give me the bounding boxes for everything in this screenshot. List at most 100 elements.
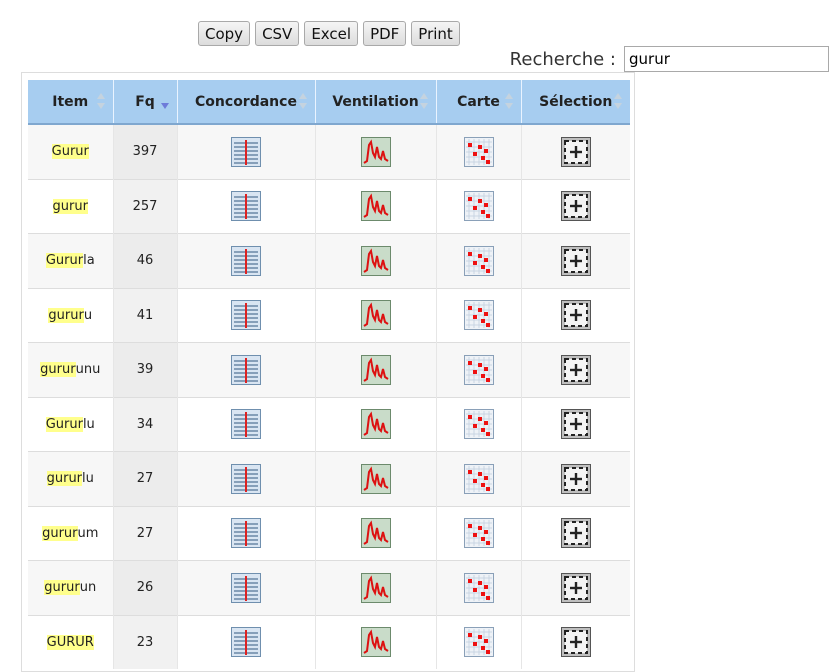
concordance-cell xyxy=(177,123,316,179)
excel-button[interactable]: Excel xyxy=(304,21,359,46)
concordance-cell xyxy=(177,614,316,669)
column-header-selection[interactable]: Sélection xyxy=(521,80,630,125)
concordance-icon[interactable] xyxy=(231,409,261,440)
column-header-item[interactable]: Item xyxy=(28,80,114,125)
column-header-carte-label: Carte xyxy=(457,93,500,110)
map-icon[interactable] xyxy=(463,518,494,549)
fq-cell: 39 xyxy=(113,342,178,397)
item-cell[interactable]: gururum xyxy=(28,505,114,561)
sort-desc-icon xyxy=(160,93,169,109)
selection-cell xyxy=(521,178,630,234)
selection-cell xyxy=(521,287,630,343)
item-cell[interactable]: Gurur xyxy=(28,123,114,179)
ventilation-cell xyxy=(315,123,437,179)
item-cell[interactable]: Gururla xyxy=(28,233,114,288)
map-icon[interactable] xyxy=(463,354,494,385)
search-label: Recherche : xyxy=(509,48,616,70)
ventilation-icon[interactable] xyxy=(360,518,391,549)
concordance-icon[interactable] xyxy=(231,627,261,658)
select-add-icon[interactable] xyxy=(560,409,591,440)
table-header-row: Item Fq Concordance Ventilation Carte Sé… xyxy=(28,80,630,125)
table-row: Gurur 397 xyxy=(28,123,630,179)
item-cell[interactable]: gururlu xyxy=(28,451,114,506)
pdf-button[interactable]: PDF xyxy=(363,21,407,46)
ventilation-icon[interactable] xyxy=(360,463,391,494)
item-cell[interactable]: GURUR xyxy=(28,614,114,669)
column-header-fq-label: Fq xyxy=(135,93,155,110)
column-header-concordance[interactable]: Concordance xyxy=(177,80,316,125)
item-cell[interactable]: gurur xyxy=(28,178,114,234)
select-add-icon[interactable] xyxy=(560,463,591,494)
map-icon[interactable] xyxy=(463,572,494,603)
selection-cell xyxy=(521,233,630,288)
concordance-icon[interactable] xyxy=(231,572,261,603)
select-add-icon[interactable] xyxy=(560,572,591,603)
ventilation-icon[interactable] xyxy=(360,572,391,603)
column-header-fq[interactable]: Fq xyxy=(113,80,178,125)
select-add-icon[interactable] xyxy=(560,136,591,167)
ventilation-icon[interactable] xyxy=(360,136,391,167)
ventilation-icon[interactable] xyxy=(360,354,391,385)
sort-icon xyxy=(298,93,307,109)
concordance-icon[interactable] xyxy=(231,191,261,222)
map-icon[interactable] xyxy=(463,300,494,331)
carte-cell xyxy=(436,451,522,506)
table-row: gururum 27 xyxy=(28,505,630,561)
select-add-icon[interactable] xyxy=(560,627,591,658)
ventilation-icon[interactable] xyxy=(360,627,391,658)
select-add-icon[interactable] xyxy=(560,300,591,331)
item-cell[interactable]: gururu xyxy=(28,287,114,343)
fq-cell: 23 xyxy=(113,614,178,669)
concordance-icon[interactable] xyxy=(231,300,261,331)
copy-button[interactable]: Copy xyxy=(198,21,251,46)
item-rest: lu xyxy=(82,471,94,487)
item-rest: un xyxy=(79,580,97,596)
item-rest: um xyxy=(77,525,99,541)
search-input[interactable] xyxy=(624,46,829,72)
sort-icon xyxy=(614,93,622,109)
item-rest: la xyxy=(83,253,95,269)
column-header-ventilation[interactable]: Ventilation xyxy=(315,80,437,125)
concordance-icon[interactable] xyxy=(231,518,261,549)
concordance-cell xyxy=(177,560,316,615)
item-match: gurur xyxy=(44,580,80,596)
ventilation-icon[interactable] xyxy=(360,191,391,222)
select-add-icon[interactable] xyxy=(560,354,591,385)
map-icon[interactable] xyxy=(463,136,494,167)
concordance-icon[interactable] xyxy=(231,463,261,494)
concordance-cell xyxy=(177,342,316,397)
concordance-cell xyxy=(177,505,316,561)
map-icon[interactable] xyxy=(463,191,494,222)
item-cell[interactable]: gururunu xyxy=(28,342,114,397)
carte-cell xyxy=(436,505,522,561)
carte-cell xyxy=(436,614,522,669)
csv-button[interactable]: CSV xyxy=(255,21,300,46)
table-row: gurur 257 xyxy=(28,178,630,234)
concordance-icon[interactable] xyxy=(231,354,261,385)
results-table: Item Fq Concordance Ventilation Carte Sé… xyxy=(28,80,630,669)
select-add-icon[interactable] xyxy=(560,518,591,549)
concordance-cell xyxy=(177,451,316,506)
selection-cell xyxy=(521,505,630,561)
column-header-carte[interactable]: Carte xyxy=(436,80,522,125)
item-cell[interactable]: Gururlu xyxy=(28,396,114,452)
fq-cell: 46 xyxy=(113,233,178,288)
carte-cell xyxy=(436,342,522,397)
map-icon[interactable] xyxy=(463,463,494,494)
print-button[interactable]: Print xyxy=(411,21,460,46)
concordance-icon[interactable] xyxy=(231,136,261,167)
item-cell[interactable]: gururun xyxy=(28,560,114,615)
selection-cell xyxy=(521,342,630,397)
ventilation-icon[interactable] xyxy=(360,409,391,440)
map-icon[interactable] xyxy=(463,627,494,658)
ventilation-icon[interactable] xyxy=(360,300,391,331)
ventilation-icon[interactable] xyxy=(360,245,391,276)
map-icon[interactable] xyxy=(463,245,494,276)
map-icon[interactable] xyxy=(463,409,494,440)
select-add-icon[interactable] xyxy=(560,245,591,276)
item-match: gurur xyxy=(46,471,83,487)
select-add-icon[interactable] xyxy=(560,191,591,222)
concordance-icon[interactable] xyxy=(231,245,261,276)
item-match: gurur xyxy=(40,362,76,378)
table-row: GURUR 23 xyxy=(28,614,630,669)
